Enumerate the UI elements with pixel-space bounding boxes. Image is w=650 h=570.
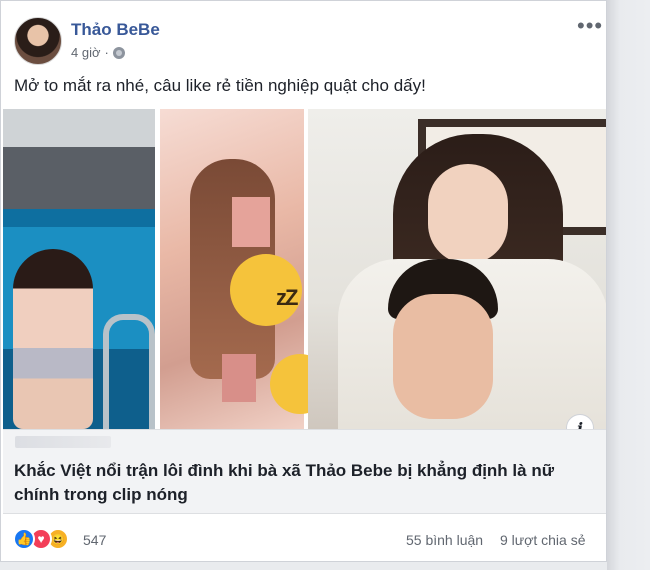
zzz-text: zZ (276, 285, 298, 310)
link-domain-redacted (15, 436, 111, 448)
post-meta: 4 giờ · (71, 45, 125, 60)
avatar[interactable] (14, 17, 62, 65)
author-name[interactable]: Thảo BeBe (71, 20, 160, 40)
post-text: Mở to mắt ra nhé, câu like rẻ tiền nghiệ… (14, 76, 426, 95)
reaction-count[interactable]: 547 (83, 532, 106, 548)
image-panel-blurred: zZ (160, 109, 330, 429)
pixelated-area (222, 354, 256, 402)
post-footer: 👍 ♥ 😆 547 55 bình luận 9 lượt chia sẻ (1, 523, 606, 559)
page-background (607, 0, 650, 570)
post-card: Thảo BeBe 4 giờ · ••• Mở to mắt ra nhé, … (0, 0, 607, 562)
share-count[interactable]: 9 lượt chia sẻ (500, 532, 585, 548)
post-time[interactable]: 4 giờ (71, 45, 101, 60)
like-icon: 👍 (13, 528, 35, 550)
image-panel-couple (308, 109, 606, 429)
link-preview[interactable]: Khắc Việt nổi trận lôi đình khi bà xã Th… (3, 429, 606, 514)
more-icon[interactable]: ••• (577, 15, 603, 37)
link-preview-image[interactable]: zZ (3, 109, 606, 429)
comment-count[interactable]: 55 bình luận (406, 532, 483, 548)
reaction-icons[interactable]: 👍 ♥ 😆 (13, 528, 69, 550)
globe-icon[interactable] (112, 46, 125, 59)
link-title[interactable]: Khắc Việt nổi trận lôi đình khi bà xã Th… (14, 459, 594, 507)
pixelated-area (232, 197, 270, 247)
image-panel-pool (3, 109, 155, 429)
